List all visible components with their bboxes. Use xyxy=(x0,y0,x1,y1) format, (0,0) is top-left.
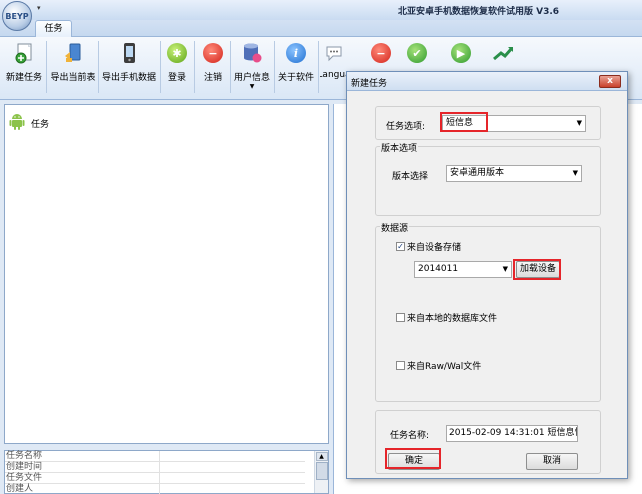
language-icon xyxy=(323,42,345,64)
property-grid: 任务名称 创建时间 任务文件 创建人 ▲ xyxy=(4,450,329,494)
logout-button[interactable]: − 注销 xyxy=(198,37,228,97)
new-task-dialog: 新建任务 x 任务选项: 短信息 ▼ 版本选项 版本选择 安卓通用版本 ▼ 数据… xyxy=(346,71,628,479)
tree-item-task[interactable]: 任务 xyxy=(9,113,49,134)
checkbox-checked-icon: ✓ xyxy=(396,242,405,251)
chevron-down-icon: ▼ xyxy=(249,83,255,90)
highlight-box xyxy=(440,112,488,132)
check-icon: ✔ xyxy=(406,42,428,64)
user-info-label: 用户信息 xyxy=(233,73,270,83)
from-device-checkbox[interactable]: ✓ 来自设备存储 xyxy=(396,240,461,253)
android-icon xyxy=(9,113,25,134)
logout-label: 注销 xyxy=(203,73,222,83)
login-label: 登录 xyxy=(167,73,186,83)
dialog-title: 新建任务 xyxy=(351,79,388,89)
ribbon-separator xyxy=(274,41,275,93)
from-db-label: 来自本地的数据库文件 xyxy=(407,314,498,324)
property-row: 创建时间 xyxy=(5,462,305,473)
from-raw-checkbox[interactable]: 来自Raw/Wal文件 xyxy=(396,359,481,372)
from-raw-label: 来自Raw/Wal文件 xyxy=(407,362,482,372)
highlight-box xyxy=(513,259,561,280)
info-icon: i xyxy=(285,42,307,64)
trend-chart-icon xyxy=(492,42,514,64)
from-device-label: 来自设备存储 xyxy=(407,243,462,253)
new-task-button[interactable]: 新建任务 xyxy=(4,37,44,97)
device-select[interactable]: 2014011 ▼ xyxy=(414,261,512,278)
scroll-thumb[interactable] xyxy=(315,462,328,480)
play-icon: ▶ xyxy=(450,42,472,64)
database-user-icon xyxy=(241,42,263,64)
user-info-button[interactable]: 用户信息 ▼ xyxy=(232,37,272,97)
ribbon-separator xyxy=(46,41,47,93)
phone-icon xyxy=(118,42,140,64)
task-name-input[interactable]: 2015-02-09 14:31:01 短信息恢复 xyxy=(446,425,578,442)
ribbon-separator xyxy=(194,41,195,93)
language-label: Langua xyxy=(320,70,348,80)
tree-item-label: 任务 xyxy=(31,120,50,130)
checkbox-icon xyxy=(396,313,405,322)
property-row: 任务名称 xyxy=(5,451,305,462)
ribbon-separator xyxy=(98,41,99,93)
version-group: 版本选项 版本选择 安卓通用版本 ▼ xyxy=(375,141,601,216)
export-table-icon xyxy=(62,42,84,64)
version-value: 安卓通用版本 xyxy=(450,168,505,178)
scroll-up-icon[interactable]: ▲ xyxy=(315,452,328,461)
chevron-down-icon: ▼ xyxy=(572,169,578,177)
ribbon-separator xyxy=(160,41,161,93)
export-phone-data-label: 导出手机数据 xyxy=(101,73,156,83)
about-label: 关于软件 xyxy=(277,73,314,83)
stop-icon: − xyxy=(370,42,392,64)
chevron-down-icon: ▼ xyxy=(576,119,582,127)
property-row: 任务文件 xyxy=(5,473,305,484)
device-value: 2014011 xyxy=(418,264,459,274)
from-db-checkbox[interactable]: 来自本地的数据库文件 xyxy=(396,311,497,324)
login-button[interactable]: ✱ 登录 xyxy=(162,37,192,97)
ribbon-tab-strip: 任务 xyxy=(0,20,642,37)
logo-text: BEYP xyxy=(5,11,29,21)
title-bar: ▾ 北亚安卓手机数据恢复软件试用版 V3.6 xyxy=(0,0,642,20)
checkbox-icon xyxy=(396,361,405,370)
version-group-caption: 版本选项 xyxy=(380,141,419,154)
data-source-caption: 数据源 xyxy=(380,221,410,234)
logout-icon: − xyxy=(202,42,224,64)
task-option-group: 任务选项: 短信息 ▼ xyxy=(375,106,601,140)
property-column-divider xyxy=(159,451,160,494)
about-button[interactable]: i 关于软件 xyxy=(276,37,316,97)
version-select[interactable]: 安卓通用版本 ▼ xyxy=(446,165,582,182)
export-phone-data-button[interactable]: 导出手机数据 xyxy=(100,37,158,97)
new-task-icon xyxy=(13,42,35,64)
ribbon-separator xyxy=(230,41,231,93)
version-label: 版本选择 xyxy=(392,172,429,182)
task-name-label: 任务名称: xyxy=(390,431,430,441)
new-task-label: 新建任务 xyxy=(5,73,42,83)
data-source-group: 数据源 ✓ 来自设备存储 2014011 ▼ 加载设备 来自本地的数据库文件 来… xyxy=(375,221,601,402)
highlight-box xyxy=(385,448,441,469)
task-option-label: 任务选项: xyxy=(386,122,426,132)
export-table-label: 导出当前表 xyxy=(50,73,96,83)
app-logo[interactable]: BEYP xyxy=(2,1,32,31)
language-button[interactable]: Langua xyxy=(320,37,348,97)
quick-access-toolbar-icon[interactable]: ▾ xyxy=(37,4,41,12)
property-row: 创建人 xyxy=(5,484,305,494)
dialog-title-bar: 新建任务 x xyxy=(347,72,627,91)
login-icon: ✱ xyxy=(166,42,188,64)
tab-task[interactable]: 任务 xyxy=(35,20,72,37)
close-button[interactable]: x xyxy=(599,75,621,88)
export-table-button[interactable]: 导出当前表 xyxy=(48,37,98,97)
task-tree-panel: 任务 xyxy=(4,104,329,444)
ribbon-separator xyxy=(318,41,319,93)
close-icon: x xyxy=(607,76,613,86)
property-grid-scrollbar[interactable]: ▲ xyxy=(314,451,328,493)
app-title: 北亚安卓手机数据恢复软件试用版 V3.6 xyxy=(398,7,560,17)
chevron-down-icon: ▼ xyxy=(502,265,508,273)
cancel-button[interactable]: 取消 xyxy=(526,453,578,470)
